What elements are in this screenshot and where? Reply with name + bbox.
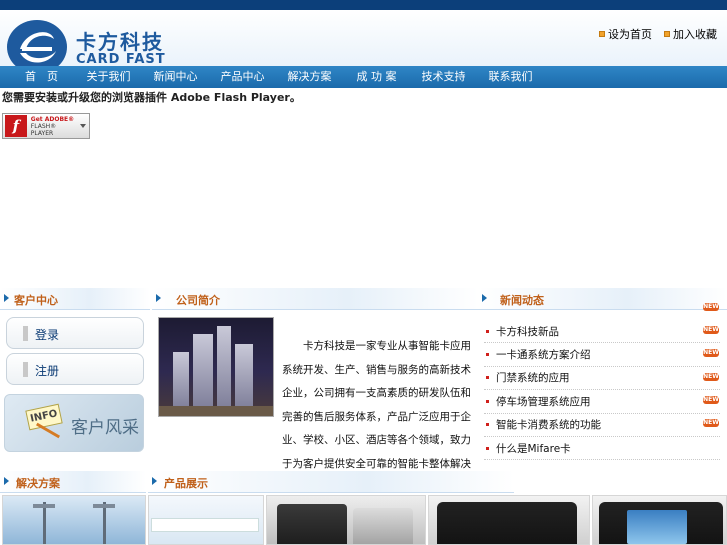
flash-required-message: 您需要安装或升级您的浏览器插件 Adobe Flash Player。 [2, 91, 301, 104]
nav-news[interactable]: 新闻中心 [142, 66, 209, 88]
add-favorite-label: 加入收藏 [673, 28, 717, 41]
get-flash-text: Get ADOBE® FLASH® PLAYER [31, 116, 80, 137]
bullet-icon [486, 376, 489, 380]
section-arrow-icon [482, 294, 488, 302]
nav-contact[interactable]: 联系我们 [477, 66, 544, 88]
brand-name-en: CARD FAST [76, 52, 166, 67]
section-arrow-icon [4, 477, 10, 485]
new-badge: NEW [703, 349, 719, 357]
login-label: 登录 [35, 328, 60, 342]
section-header-news: 新闻动态 [478, 288, 727, 310]
nav-solutions[interactable]: 解决方案 [276, 66, 343, 88]
company-building-image [158, 317, 274, 417]
news-item[interactable]: 智能卡消费系统的功能 [484, 414, 720, 437]
set-homepage-link[interactable]: 设为首页 [599, 26, 652, 42]
bullet-icon [486, 399, 489, 403]
section-arrow-icon [4, 294, 10, 302]
register-button[interactable]: 注册 [6, 353, 144, 385]
news-item[interactable]: 一卡通系统方案介绍 [484, 343, 720, 367]
flash-banner-area: 您需要安装或升级您的浏览器插件 Adobe Flash Player。 f Ge… [0, 88, 727, 284]
set-homepage-label: 设为首页 [608, 28, 652, 41]
site-header: 卡方科技 CARD FAST 设为首页 加入收藏 [0, 10, 727, 74]
client-showcase-label: 客户风采 [71, 418, 139, 438]
nav-home[interactable]: 首 页 [8, 66, 75, 88]
news-item[interactable]: 卡方科技新品 [484, 320, 720, 344]
add-favorite-link[interactable]: 加入收藏 [664, 26, 717, 42]
news-title: 卡方科技新品 [496, 325, 559, 338]
bullet-icon [486, 329, 489, 333]
client-showcase-banner[interactable]: INFO 客户风采 [4, 394, 144, 452]
new-badge: NEW [703, 373, 719, 381]
new-badge: NEW [703, 396, 719, 404]
news-title: 什么是Mifare卡 [496, 442, 571, 455]
news-title: 停车场管理系统应用 [496, 395, 591, 408]
news-item[interactable]: 什么是Mifare卡 [484, 437, 720, 461]
news-item[interactable]: 停车场管理系统应用 [484, 390, 720, 414]
login-button[interactable]: 登录 [6, 317, 144, 349]
bullet-icon [486, 423, 489, 427]
bullet-icon [486, 353, 489, 357]
section-arrow-icon [156, 294, 162, 302]
product-image[interactable] [266, 495, 426, 545]
get-flash-player-button[interactable]: f Get ADOBE® FLASH® PLAYER [2, 113, 90, 139]
news-title: 一卡通系统方案介绍 [496, 349, 591, 362]
bullet-icon [486, 446, 489, 450]
new-badge: NEW [703, 326, 719, 334]
section-header-clients: 客户中心 [0, 288, 150, 310]
section-header-solutions: 解决方案 [0, 471, 146, 493]
product-image[interactable] [592, 495, 727, 545]
download-arrow-icon [80, 124, 86, 128]
main-nav: 首 页 关于我们 新闻中心 产品中心 解决方案 成 功 案 技术支持 联系我们 [0, 66, 727, 88]
brand-name-cn: 卡方科技 [76, 30, 164, 54]
new-badge: NEW [703, 419, 719, 427]
get-flash-line1: Get ADOBE® [30, 115, 75, 123]
product-image[interactable] [148, 495, 264, 545]
top-links: 设为首页 加入收藏 [599, 26, 717, 42]
nav-about[interactable]: 关于我们 [75, 66, 142, 88]
section-title: 公司简介 [176, 294, 220, 307]
product-image[interactable] [428, 495, 590, 545]
bullet-icon [599, 31, 605, 37]
news-title: 智能卡消费系统的功能 [496, 419, 601, 432]
nav-products[interactable]: 产品中心 [209, 66, 276, 88]
new-badge: NEW [703, 303, 719, 311]
nav-cases[interactable]: 成 功 案 [343, 66, 410, 88]
nav-support[interactable]: 技术支持 [410, 66, 477, 88]
news-list: 卡方科技新品 一卡通系统方案介绍 门禁系统的应用 停车场管理系统应用 智能卡消费… [484, 320, 720, 461]
bar-icon [23, 362, 28, 377]
section-title: 新闻动态 [500, 294, 544, 307]
top-strip [0, 0, 727, 10]
section-arrow-icon [152, 477, 158, 485]
flash-logo-icon: f [5, 115, 27, 137]
get-flash-line2: FLASH® PLAYER [30, 122, 57, 137]
solution-image[interactable] [2, 495, 146, 545]
news-title: 门禁系统的应用 [496, 372, 570, 385]
news-item[interactable]: 门禁系统的应用 [484, 367, 720, 391]
section-header-about: 公司简介 [152, 288, 478, 310]
section-title: 客户中心 [14, 294, 58, 307]
section-title: 解决方案 [16, 477, 60, 490]
bullet-icon [664, 31, 670, 37]
register-label: 注册 [35, 364, 60, 378]
section-title: 产品展示 [164, 477, 208, 490]
bar-icon [23, 326, 28, 341]
section-header-products: 产品展示 [148, 471, 514, 493]
